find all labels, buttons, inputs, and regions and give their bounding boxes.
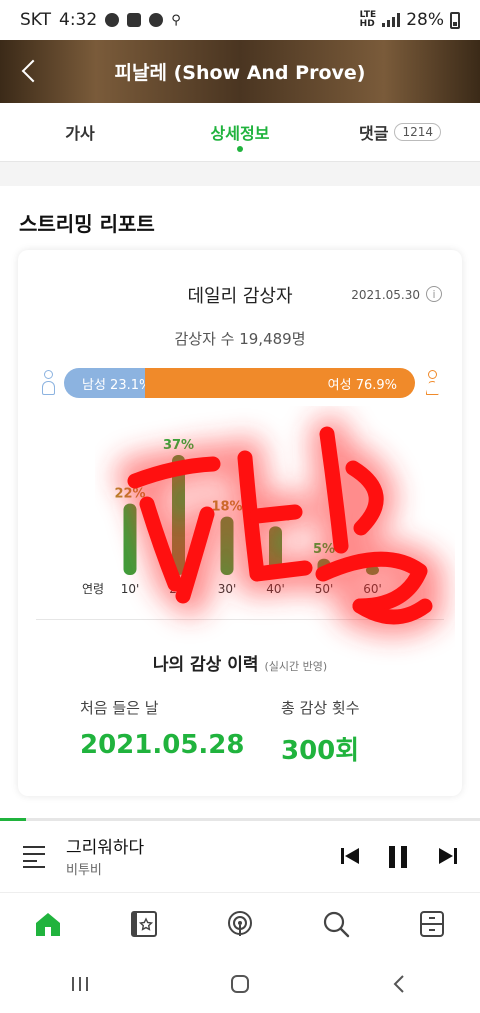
section-title: 스트리밍 리포트 bbox=[19, 212, 155, 236]
tab-lyrics[interactable]: 가사 bbox=[0, 103, 160, 161]
nav-search[interactable] bbox=[288, 893, 384, 955]
age-category-label: 60' bbox=[363, 582, 382, 596]
status-time: 4:32 bbox=[59, 10, 98, 30]
back-system-button[interactable] bbox=[320, 954, 480, 1013]
mini-player[interactable]: 그리워하다 비투비 bbox=[0, 818, 480, 893]
history-title: 나의 감상 이력 (실시간 반영) bbox=[18, 650, 462, 675]
history-note: (실시간 반영) bbox=[264, 660, 328, 673]
search-icon bbox=[323, 911, 350, 938]
bar-value-label: 22% bbox=[114, 487, 145, 502]
age-bar bbox=[172, 455, 185, 575]
volte-label: HD bbox=[359, 19, 375, 29]
bar-value-label: 5% bbox=[313, 542, 335, 557]
gender-female-segment: 여성 76.9% bbox=[145, 368, 415, 398]
detail-content: 스트리밍 리포트 데일리 감상자 2021.05.30 i 감상자 수 19,4… bbox=[0, 186, 480, 818]
history-title-text: 나의 감상 이력 bbox=[152, 655, 259, 675]
system-navigation bbox=[0, 954, 480, 1013]
comment-count-badge: 1214 bbox=[394, 123, 441, 141]
recent-apps-icon bbox=[72, 976, 88, 991]
nav-home[interactable] bbox=[0, 893, 96, 955]
now-playing-title[interactable]: 그리워하다 bbox=[66, 833, 144, 858]
settings-icon bbox=[149, 13, 164, 27]
talk-icon bbox=[105, 13, 120, 27]
streaming-report-card: 데일리 감상자 2021.05.30 i 감상자 수 19,489명 남성 23… bbox=[18, 250, 462, 796]
song-header: 피날레 (Show And Prove) bbox=[0, 40, 480, 103]
listener-count: 감상자 수 19,489명 bbox=[174, 330, 306, 348]
status-right: LTE HD 28% bbox=[360, 10, 460, 30]
network-icon: LTE HD bbox=[360, 11, 377, 29]
pause-icon[interactable] bbox=[387, 845, 409, 869]
bar-value-label: 18% bbox=[211, 500, 242, 515]
age-bar bbox=[220, 516, 234, 575]
library-icon bbox=[131, 911, 157, 937]
carrier-label: SKT bbox=[20, 10, 52, 30]
storage-icon bbox=[420, 911, 444, 937]
nav-storage[interactable] bbox=[384, 893, 480, 955]
age-bar bbox=[366, 565, 379, 575]
report-date: 2021.05.30 bbox=[351, 288, 420, 302]
battery-percent: 28% bbox=[406, 10, 444, 30]
age-bar bbox=[123, 503, 137, 575]
age-category-label: 50' bbox=[315, 582, 334, 596]
total-plays-label: 총 감상 횟수 bbox=[281, 699, 360, 717]
gender-ratio-bar: 남성 23.1% 여성 76.9% bbox=[64, 368, 415, 398]
back-chevron-icon bbox=[393, 974, 404, 993]
recent-apps-button[interactable] bbox=[0, 954, 160, 1013]
song-title-header: 피날레 (Show And Prove) bbox=[114, 62, 366, 84]
progress-track[interactable] bbox=[0, 818, 480, 821]
age-category-label: 10' bbox=[121, 582, 140, 596]
bottom-nav bbox=[0, 892, 480, 955]
bar-value-label: 15% bbox=[260, 509, 291, 524]
next-icon[interactable] bbox=[438, 846, 458, 866]
female-ratio-label: 여성 76.9% bbox=[327, 377, 397, 393]
age-bar bbox=[269, 526, 282, 575]
first-listen-value: 2021.05.28 bbox=[80, 730, 245, 760]
search-small-icon: ⚲ bbox=[171, 12, 181, 28]
age-bar bbox=[317, 558, 331, 575]
age-category-label: 40' bbox=[266, 582, 285, 596]
age-chart-svg: 연령 22% 10' 37% 20' 18% 30' 15% 40' 5% 50' 60' bbox=[82, 438, 382, 596]
back-button[interactable] bbox=[16, 56, 45, 86]
tab-comments-label: 댓글 bbox=[359, 124, 389, 143]
info-icon[interactable]: i bbox=[426, 286, 442, 302]
detail-tabs: 가사 상세정보 댓글 1214 bbox=[0, 103, 480, 162]
home-square-icon bbox=[231, 974, 249, 993]
gender-male-segment: 남성 23.1% bbox=[64, 368, 151, 398]
signal-icon bbox=[382, 13, 401, 27]
nav-podcast[interactable] bbox=[192, 893, 288, 955]
first-listen-label: 처음 들은 날 bbox=[80, 699, 159, 717]
home-system-button[interactable] bbox=[160, 954, 320, 1013]
progress-fill bbox=[0, 818, 27, 821]
previous-icon[interactable] bbox=[340, 846, 360, 866]
home-icon bbox=[36, 913, 60, 936]
status-left: SKT 4:32 ⚲ bbox=[20, 10, 181, 30]
total-plays-value: 300회 bbox=[281, 736, 360, 766]
playlist-icon[interactable] bbox=[23, 846, 47, 868]
notification-icon bbox=[127, 13, 142, 27]
status-bar: SKT 4:32 ⚲ LTE HD 28% bbox=[0, 0, 480, 40]
age-axis-label: 연령 bbox=[82, 582, 104, 596]
age-bar-chart: 연령 22% 10' 37% 20' 18% 30' 15% 40' 5% 50' 60' bbox=[18, 405, 462, 605]
now-playing-artist[interactable]: 비투비 bbox=[66, 859, 102, 878]
nav-library[interactable] bbox=[96, 893, 192, 955]
tab-details[interactable]: 상세정보 bbox=[160, 103, 320, 161]
tab-lyrics-label: 가사 bbox=[65, 124, 95, 143]
age-category-label: 30' bbox=[218, 582, 237, 596]
age-category-label: 20' bbox=[169, 582, 188, 596]
card-divider bbox=[36, 619, 444, 620]
bar-value-label: 37% bbox=[163, 438, 194, 453]
tab-comments[interactable]: 댓글 1214 bbox=[320, 103, 480, 161]
back-arrow-icon bbox=[21, 59, 45, 83]
battery-icon bbox=[450, 11, 460, 29]
male-icon bbox=[40, 370, 56, 398]
podcast-icon bbox=[228, 911, 252, 936]
tab-details-label: 상세정보 bbox=[210, 124, 270, 143]
male-ratio-label: 남성 23.1% bbox=[82, 377, 152, 393]
female-icon bbox=[424, 370, 440, 398]
